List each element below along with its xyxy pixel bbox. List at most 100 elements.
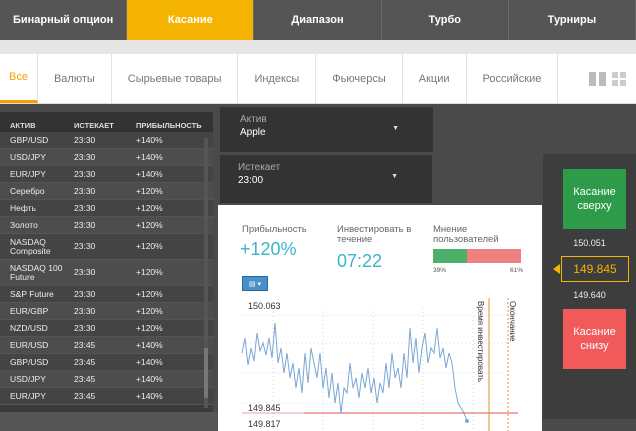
nav-tab[interactable]: Турниры	[509, 0, 636, 40]
nav-tab[interactable]: Бинарный опцион	[0, 0, 128, 40]
asset-cell: GBP/USD	[10, 135, 49, 145]
expiry-cell: 23:30	[74, 289, 96, 299]
table-row[interactable]: EUR/GBP 23:30 +120%	[0, 303, 213, 320]
header-asset: АКТИВ	[10, 120, 36, 130]
nav-tab[interactable]: Диапазон	[254, 0, 382, 40]
down-price: 149.640	[573, 290, 606, 300]
asset-cell: S&P Future	[10, 289, 54, 299]
table-row[interactable]: EUR/JPY 23:45 +140%	[0, 388, 213, 405]
profit-cell: +120%	[136, 203, 163, 213]
asset-cell: Серебро	[10, 186, 45, 196]
table-row[interactable]: S&P Future 23:30 +120%	[0, 286, 213, 303]
table-row[interactable]: NASDAQ Composite 23:30 +120%	[0, 234, 213, 260]
expiry-cell: 23:45	[74, 357, 96, 367]
asset-cell: EUR/USD	[10, 340, 49, 350]
list-view-icon[interactable]	[599, 72, 606, 86]
table-row[interactable]: Нефть 23:30 +120%	[0, 200, 213, 217]
header-profit: ПРИБЫЛЬНОСТЬ	[136, 120, 202, 130]
profit-cell: +140%	[136, 169, 163, 179]
expiry-cell: 23:30	[74, 186, 96, 196]
view-toggle[interactable]	[589, 72, 626, 86]
table-footer	[0, 412, 218, 431]
price-top-label: 150.063	[248, 301, 281, 311]
scrollbar[interactable]	[204, 138, 208, 408]
table-row[interactable]: Серебро 23:30 +120%	[0, 183, 213, 200]
expiry-marker: Окончание	[508, 301, 517, 342]
profit-cell: +120%	[136, 220, 163, 230]
asset-cell: NZD/USD	[10, 323, 48, 333]
asset-cell: EUR/JPY	[10, 391, 46, 401]
scrollbar-thumb[interactable]	[204, 348, 208, 398]
header-expiry: ИСТЕКАЕТ	[74, 120, 114, 130]
invest-value: 07:22	[337, 251, 383, 271]
expiry-cell: 23:30	[74, 169, 96, 179]
price-bottom-label: 149.817	[248, 419, 281, 429]
table-row[interactable]: GBP/USD 23:30 +140%	[0, 132, 213, 149]
expiry-cell: 23:30	[74, 135, 96, 145]
price-chart: 150.063 149.845 149.817 Время инвестиров…	[218, 293, 542, 431]
expiry-cell: 23:30	[74, 267, 96, 277]
expiry-cell: 23:30	[74, 203, 96, 213]
nav-tab[interactable]: Касание	[127, 0, 255, 40]
current-price-arrow-icon	[553, 264, 560, 274]
asset-cell: GBP/USD	[10, 357, 49, 367]
opinion-label: Мнение пользователей	[433, 224, 499, 245]
asset-cell: EUR/JPY	[10, 169, 46, 179]
profit-cell: +120%	[136, 241, 163, 251]
table-row[interactable]: USD/JPY 23:30 +140%	[0, 149, 213, 166]
asset-cell: Золото	[10, 220, 38, 230]
expiry-selector-value: 23:00	[238, 175, 264, 186]
table-row[interactable]: Золото 23:30 +120%	[0, 217, 213, 234]
chart-icon: ▤ ▾	[248, 280, 262, 288]
asset-cell: EUR/GBP	[10, 306, 49, 316]
expiry-cell: 23:30	[74, 220, 96, 230]
profit-cell: +140%	[136, 391, 163, 401]
category-tab[interactable]: Акции	[403, 54, 467, 103]
touch-up-button[interactable]: Касание сверху	[563, 169, 626, 229]
expiry-cell: 23:30	[74, 323, 96, 333]
nav-tab[interactable]: Турбо	[382, 0, 509, 40]
asset-table: АКТИВ ИСТЕКАЕТ ПРИБЫЛЬНОСТЬ GBP/USD 23:30…	[0, 112, 213, 412]
profit-cell: +140%	[136, 357, 163, 367]
category-tab[interactable]: Валюты	[38, 54, 112, 103]
category-tab[interactable]: Индексы	[238, 54, 317, 103]
asset-selector-value: Apple	[240, 127, 266, 138]
category-tab[interactable]: Все	[0, 54, 38, 103]
expiry-cell: 23:45	[74, 374, 96, 384]
top-nav: Бинарный опцион Касание Диапазон Турбо Турни…	[0, 0, 636, 40]
invest-label: Инвестировать в течение	[337, 224, 412, 245]
invest-time-marker: Время инвестировать	[476, 301, 485, 383]
asset-cell: NASDAQ Composite	[10, 236, 51, 256]
asset-cell: Нефть	[10, 203, 36, 213]
expiry-cell: 23:30	[74, 152, 96, 162]
expiry-cell: 23:45	[74, 340, 96, 350]
asset-selector[interactable]: Актив Apple ▼	[220, 107, 433, 152]
category-tab[interactable]: Российские	[467, 54, 559, 103]
profit-value: +120%	[240, 239, 297, 259]
list-view-icon[interactable]	[589, 72, 596, 86]
chart-type-button[interactable]: ▤ ▾	[242, 276, 268, 291]
expiry-selector[interactable]: Истекает 23:00 ▼	[220, 155, 432, 203]
asset-selector-label: Актив	[240, 114, 267, 125]
price-target-label: 149.845	[248, 403, 281, 413]
asset-cell: USD/JPY	[10, 374, 46, 384]
table-row[interactable]: NASDAQ 100 Future 23:30 +120%	[0, 260, 213, 286]
grid-view-icon[interactable]	[612, 72, 626, 86]
touch-down-button[interactable]: Касание снизу	[563, 309, 626, 369]
table-row[interactable]: GBP/USD 23:45 +140%	[0, 354, 213, 371]
current-price: 149.845	[561, 256, 629, 282]
profit-cell: +140%	[136, 152, 163, 162]
profit-cell: +140%	[136, 135, 163, 145]
opinion-bar	[433, 249, 521, 263]
table-row[interactable]: EUR/USD 23:45 +140%	[0, 337, 213, 354]
table-row[interactable]: USD/JPY 23:45 +140%	[0, 371, 213, 388]
category-tab[interactable]: Фьючерсы	[316, 54, 403, 103]
opinion-green-pct: 39%	[433, 267, 447, 274]
chevron-down-icon: ▼	[391, 173, 398, 180]
category-tabs: Все Валюты Сырьевые товары Индексы Фьючерсы А…	[0, 54, 636, 104]
table-row[interactable]: EUR/JPY 23:30 +140%	[0, 166, 213, 183]
category-tab[interactable]: Сырьевые товары	[112, 54, 239, 103]
profit-cell: +140%	[136, 340, 163, 350]
table-row[interactable]: NZD/USD 23:30 +120%	[0, 320, 213, 337]
profit-cell: +140%	[136, 374, 163, 384]
